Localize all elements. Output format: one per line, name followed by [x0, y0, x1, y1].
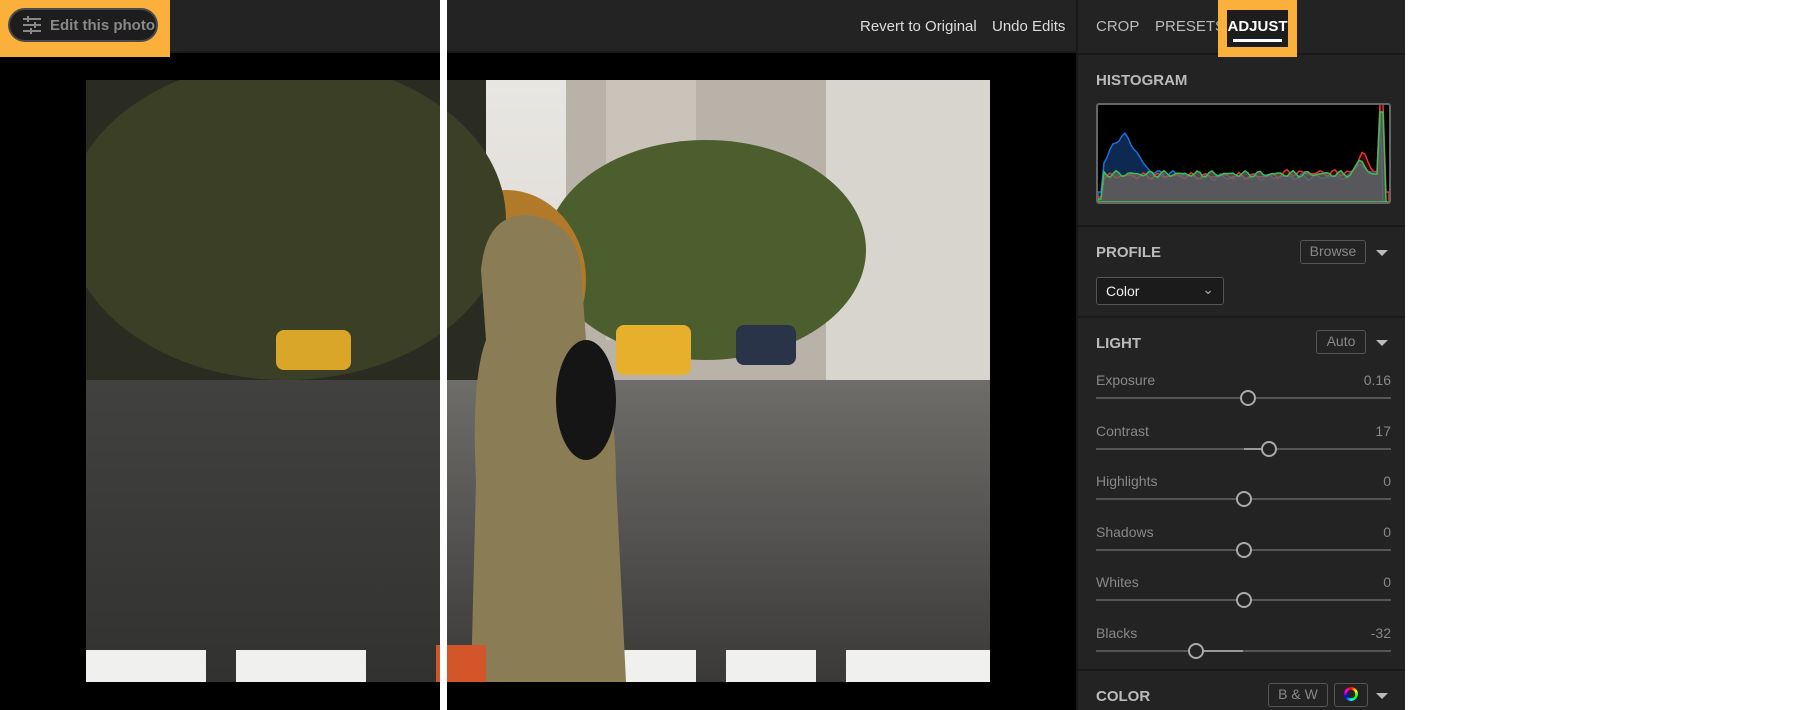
browse-profiles-button[interactable]: Browse [1300, 240, 1366, 264]
slider-value[interactable]: -32 [1371, 625, 1391, 641]
tab-crop[interactable]: CROP [1096, 18, 1139, 35]
photo-editor: Revert to Original Undo Edits Edit this … [0, 0, 1405, 710]
tab-presets[interactable]: PRESETS [1155, 18, 1225, 35]
slider-thumb[interactable] [1235, 592, 1252, 608]
slider-thumb[interactable] [1260, 440, 1277, 457]
sliders-icon [23, 16, 41, 34]
profile-dropdown[interactable]: Color ⌄ [1096, 277, 1224, 305]
slider-value[interactable]: 0 [1383, 574, 1391, 590]
light-title: LIGHT [1096, 335, 1141, 352]
profile-value: Color [1106, 283, 1140, 299]
slider-thumb[interactable] [1235, 541, 1252, 558]
slider-thumb[interactable] [1188, 642, 1205, 659]
slider-label: Contrast [1096, 422, 1149, 439]
slider-contrast[interactable]: Contrast 17 [1096, 423, 1391, 473]
divider [1078, 225, 1405, 227]
histogram [1096, 103, 1391, 204]
slider-label: Whites [1096, 574, 1139, 590]
auto-button[interactable]: Auto [1316, 330, 1366, 354]
revert-to-original-link[interactable]: Revert to Original [860, 18, 977, 35]
tab-adjust[interactable]: ADJUST [1227, 10, 1288, 47]
photo-canvas[interactable] [86, 80, 990, 682]
before-after-divider[interactable] [440, 0, 447, 710]
slider-whites[interactable]: Whites 0 [1096, 574, 1391, 624]
slider-highlights[interactable]: Highlights 0 [1096, 473, 1391, 523]
slider-blacks[interactable]: Blacks -32 [1096, 625, 1391, 675]
slider-label: Shadows [1096, 523, 1154, 540]
chevron-down-icon: ⌄ [1202, 281, 1214, 297]
slider-label: Highlights [1096, 473, 1158, 489]
slider-track[interactable] [1096, 649, 1391, 652]
slider-value[interactable]: 0.16 [1364, 372, 1391, 388]
slider-exposure[interactable]: Exposure 0.16 [1096, 372, 1391, 422]
slider-shadows[interactable]: Shadows 0 [1096, 524, 1391, 574]
edit-photo-highlight: Edit this photo [0, 0, 170, 57]
bw-button[interactable]: B & W [1268, 683, 1328, 707]
edit-photo-label: Edit this photo [50, 16, 155, 34]
color-wheel-icon [1344, 687, 1358, 701]
divider [1078, 669, 1405, 671]
slider-thumb[interactable] [1235, 491, 1252, 507]
light-collapse-caret-icon[interactable] [1376, 340, 1388, 346]
edit-photo-button[interactable]: Edit this photo [8, 8, 158, 42]
color-title: COLOR [1096, 688, 1151, 705]
slider-value[interactable]: 0 [1383, 524, 1391, 540]
slider-label: Blacks [1096, 624, 1138, 641]
slider-value[interactable]: 17 [1375, 423, 1391, 439]
color-collapse-caret-icon[interactable] [1376, 693, 1388, 699]
profile-collapse-caret-icon[interactable] [1376, 250, 1388, 256]
slider-value[interactable]: 0 [1383, 473, 1391, 489]
color-mixer-button[interactable] [1334, 683, 1368, 707]
adjust-panel: CROP PRESETS ADJUST HISTOGRAM PROFILE Br… [1076, 0, 1405, 710]
undo-edits-link[interactable]: Undo Edits [992, 18, 1065, 35]
slider-label: Exposure [1096, 372, 1156, 388]
histogram-channel [1098, 111, 1389, 202]
divider [1078, 316, 1405, 318]
slider-thumb[interactable] [1240, 390, 1257, 406]
histogram-title: HISTOGRAM [1096, 72, 1188, 89]
street-photo [86, 80, 990, 682]
panel-tabs: CROP PRESETS ADJUST [1078, 0, 1405, 57]
profile-title: PROFILE [1096, 244, 1162, 261]
